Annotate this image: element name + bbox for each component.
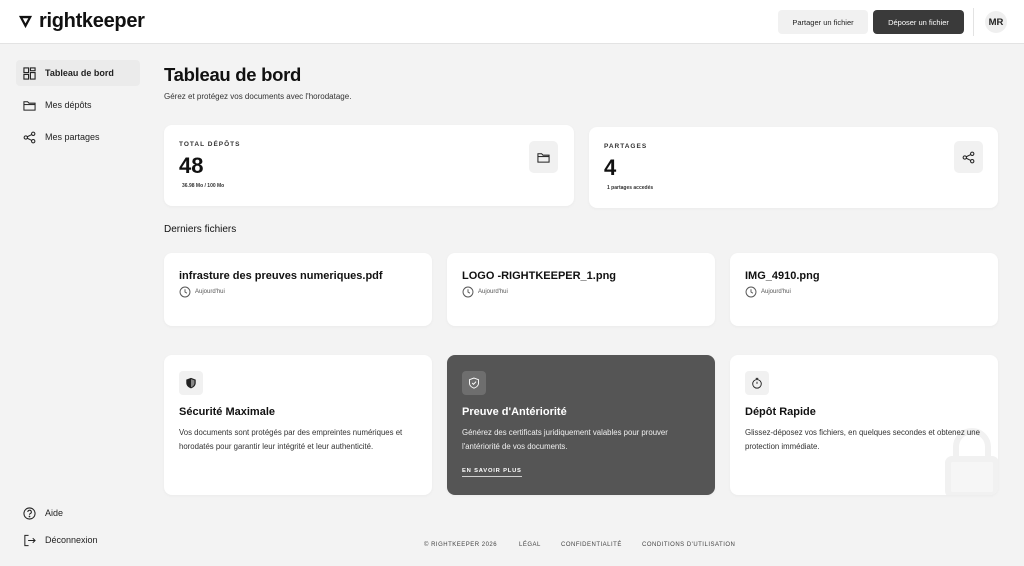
footer-link-privacy[interactable]: CONFIDENTIALITÉ	[561, 542, 622, 548]
sidebar-item-shares[interactable]: Mes partages	[16, 124, 140, 150]
feature-title: Dépôt Rapide	[745, 406, 816, 418]
file-card[interactable]: IMG_4910.png Aujourd'hui	[730, 253, 998, 326]
footer-copyright: © RIGHTKEEPER 2026	[424, 542, 498, 548]
sidebar-item-label: Aide	[45, 508, 64, 518]
logout-icon	[24, 534, 36, 546]
stat-value: 48	[179, 153, 204, 178]
file-date-label: Aujourd'hui	[478, 289, 508, 295]
share-icon	[962, 151, 975, 163]
file-name: IMG_4910.png	[745, 270, 820, 282]
help-icon	[23, 506, 36, 520]
sidebar-item-help[interactable]: Aide	[16, 500, 140, 526]
page-title: Tableau de bord	[164, 64, 302, 85]
feature-description: Générez des certificats juridiquement va…	[462, 428, 668, 452]
feature-icon-box	[462, 371, 486, 395]
feature-icon-box	[179, 371, 203, 395]
feature-description: Vos documents sont protégés par des empr…	[179, 428, 403, 452]
folder-icon	[23, 100, 36, 111]
clock-icon	[462, 286, 474, 298]
learn-more-link[interactable]: EN SAVOIR PLUS	[462, 468, 522, 477]
stat-storage-usage: 36.98 Mo / 100 Mo	[182, 183, 225, 189]
footer-link-terms[interactable]: CONDITIONS D'UTILISATION	[642, 542, 735, 548]
brand-logo[interactable]: rightkeeper	[18, 10, 145, 33]
file-card[interactable]: infrasture des preuves numeriques.pdf Au…	[164, 253, 432, 326]
page-subtitle: Gérez et protégez vos documents avec l'h…	[164, 92, 352, 101]
file-date: Aujourd'hui	[745, 286, 791, 298]
clock-icon	[179, 286, 191, 298]
header-divider	[973, 8, 974, 36]
share-file-button[interactable]: Partager un fichier	[778, 10, 868, 34]
dashboard-icon	[23, 66, 36, 80]
folder-icon	[537, 152, 550, 163]
feature-description: Glissez-déposez vos fichiers, en quelque…	[745, 428, 980, 452]
stopwatch-icon	[752, 377, 762, 389]
stat-value: 4	[604, 155, 617, 180]
feature-icon-box	[745, 371, 769, 395]
sidebar-item-logout[interactable]: Déconnexion	[16, 527, 140, 553]
stat-icon-box[interactable]	[954, 141, 983, 173]
file-date-label: Aujourd'hui	[761, 289, 791, 295]
file-name: LOGO -RIGHTKEEPER_1.png	[462, 270, 617, 282]
clock-icon	[745, 286, 757, 298]
file-name: infrasture des preuves numeriques.pdf	[179, 270, 383, 282]
footer-link-legal[interactable]: LÉGAL	[519, 542, 541, 548]
file-date: Aujourd'hui	[462, 286, 508, 298]
file-card[interactable]: LOGO -RIGHTKEEPER_1.png Aujourd'hui	[447, 253, 715, 326]
stat-card-deposits: TOTAL DÉPÔTS 48 36.98 Mo / 100 Mo	[164, 125, 574, 206]
feature-card-security: Sécurité Maximale Vos documents sont pro…	[164, 355, 432, 495]
upload-file-button[interactable]: Déposer un fichier	[873, 10, 964, 34]
feature-title: Preuve d'Antériorité	[462, 406, 567, 418]
recent-files-title: Derniers fichiers	[164, 224, 237, 235]
feature-title: Sécurité Maximale	[179, 406, 275, 418]
user-avatar[interactable]: MR	[985, 11, 1007, 33]
feature-card-quick-deposit: Dépôt Rapide Glissez-déposez vos fichier…	[730, 355, 998, 495]
brand-name: rightkeeper	[39, 10, 145, 32]
top-header: rightkeeper Partager un fichier Déposer …	[0, 0, 1024, 44]
file-date: Aujourd'hui	[179, 286, 225, 298]
stat-shares-accessed: 1 partages accedés	[607, 185, 654, 191]
stat-label: TOTAL DÉPÔTS	[179, 141, 241, 148]
shield-check-icon	[468, 377, 480, 389]
sidebar-item-label: Mes partages	[45, 132, 100, 142]
shield-icon	[186, 377, 196, 389]
logo-mark-icon	[18, 15, 33, 29]
sidebar-item-deposits[interactable]: Mes dépôts	[16, 92, 140, 118]
stat-card-shares: PARTAGES 4 1 partages accedés	[589, 127, 998, 208]
sidebar-item-label: Déconnexion	[45, 535, 98, 545]
sidebar-item-label: Tableau de bord	[45, 68, 114, 78]
feature-card-anteriority: Preuve d'Antériorité Générez des certifi…	[447, 355, 715, 495]
file-date-label: Aujourd'hui	[195, 289, 225, 295]
stat-label: PARTAGES	[604, 143, 648, 150]
sidebar-item-label: Mes dépôts	[45, 100, 92, 110]
sidebar-item-dashboard[interactable]: Tableau de bord	[16, 60, 140, 86]
stat-icon-box[interactable]	[529, 141, 558, 173]
share-icon	[23, 131, 36, 143]
